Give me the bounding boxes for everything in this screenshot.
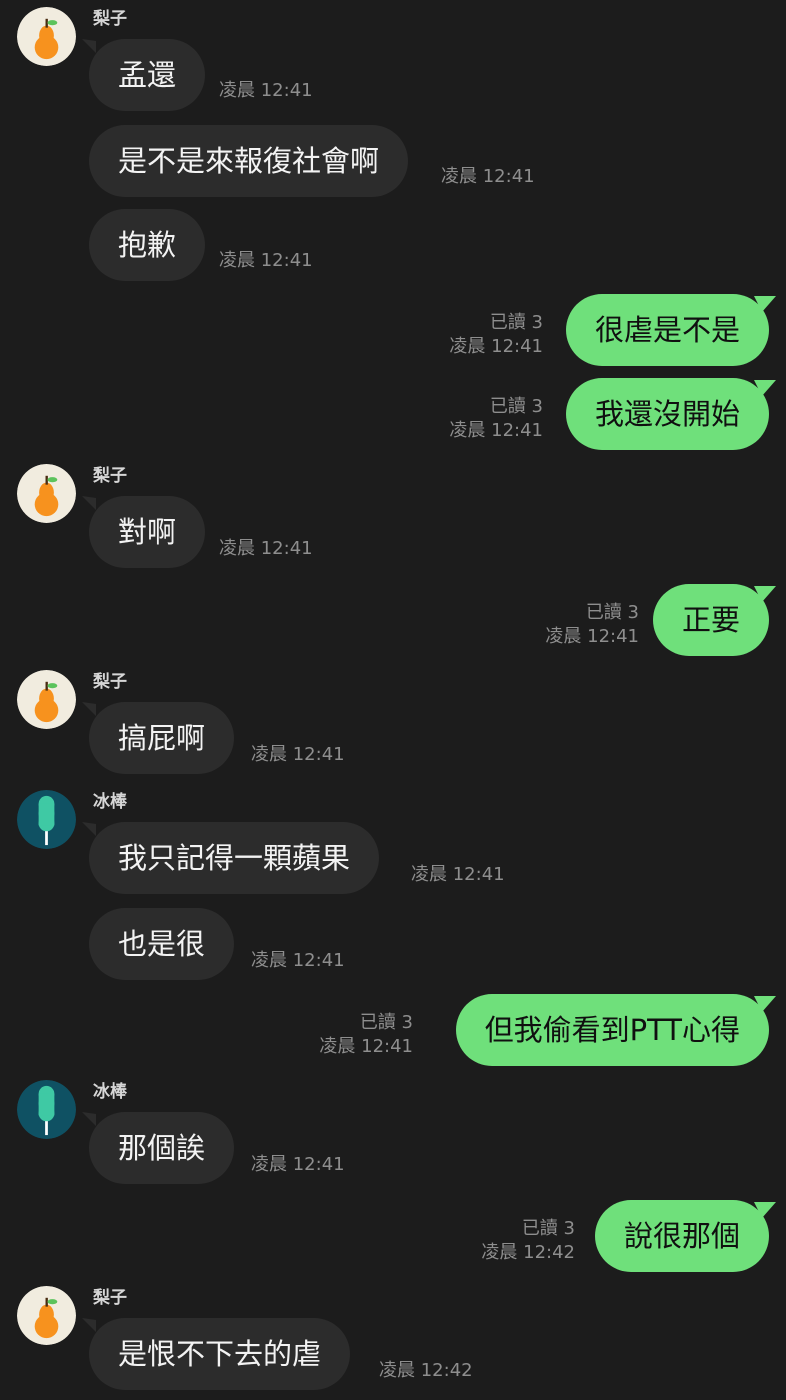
read-receipt: 已讀 3 xyxy=(585,602,639,623)
message-time: 凌晨 12:41 xyxy=(219,538,313,559)
message-time: 凌晨 12:42 xyxy=(481,1242,575,1263)
sender-name: 梨子 xyxy=(93,9,127,29)
message-bubble[interactable]: 抱歉 xyxy=(89,209,206,281)
message-time: 凌晨 12:41 xyxy=(449,336,543,357)
pear-icon xyxy=(17,464,76,523)
pear-icon xyxy=(17,1286,76,1345)
message-time: 凌晨 12:41 xyxy=(545,626,639,647)
message-meta: 已讀 3 凌晨 12:41 xyxy=(449,311,543,359)
bubble-tail xyxy=(754,1202,776,1218)
bubble-tail xyxy=(754,380,776,396)
bubble-tail xyxy=(82,496,96,510)
message-bubble[interactable]: 也是很 xyxy=(89,908,235,980)
message-bubble[interactable]: 很虐是不是 xyxy=(565,294,769,366)
message-bubble[interactable]: 說很那個 xyxy=(594,1200,769,1272)
bubble-tail xyxy=(82,702,96,716)
bubble-tail xyxy=(754,586,776,602)
message-time: 凌晨 12:41 xyxy=(449,420,543,441)
avatar-bingbang[interactable] xyxy=(17,1080,76,1139)
bubble-tail xyxy=(754,996,776,1012)
avatar-bingbang[interactable] xyxy=(17,790,76,849)
message-time: 凌晨 12:42 xyxy=(379,1360,473,1381)
pear-icon xyxy=(17,670,76,729)
message-time: 凌晨 12:41 xyxy=(319,1036,413,1057)
chat-message-list[interactable]: 梨子 孟還 凌晨 12:41 是不是來報復社會啊 凌晨 12:41 抱歉 凌晨 … xyxy=(0,0,786,1400)
message-bubble[interactable]: 我還沒開始 xyxy=(565,378,769,450)
popsicle-icon xyxy=(17,790,76,849)
message-bubble[interactable]: 對啊 xyxy=(89,496,206,568)
message-time: 凌晨 12:41 xyxy=(219,80,313,101)
message-bubble[interactable]: 是恨不下去的虐 xyxy=(89,1318,351,1390)
popsicle-icon xyxy=(17,1080,76,1139)
read-receipt: 已讀 3 xyxy=(521,1218,575,1239)
sender-name: 梨子 xyxy=(93,672,127,692)
message-time: 凌晨 12:41 xyxy=(219,250,313,271)
read-receipt: 已讀 3 xyxy=(359,1012,413,1033)
message-time: 凌晨 12:41 xyxy=(251,744,345,765)
bubble-tail xyxy=(82,1112,96,1126)
message-bubble[interactable]: 孟還 xyxy=(89,39,206,111)
message-bubble[interactable]: 搞屁啊 xyxy=(89,702,235,774)
avatar-lizi[interactable] xyxy=(17,670,76,729)
avatar-lizi[interactable] xyxy=(17,7,76,66)
message-bubble[interactable]: 我只記得一顆蘋果 xyxy=(89,822,380,894)
read-receipt: 已讀 3 xyxy=(489,396,543,417)
avatar-lizi[interactable] xyxy=(17,1286,76,1345)
avatar-lizi[interactable] xyxy=(17,464,76,523)
message-time: 凌晨 12:41 xyxy=(441,166,535,187)
read-receipt: 已讀 3 xyxy=(489,312,543,333)
message-bubble[interactable]: 正要 xyxy=(652,584,769,656)
message-meta: 已讀 3 凌晨 12:41 xyxy=(319,1011,413,1059)
bubble-tail xyxy=(754,296,776,312)
bubble-tail xyxy=(82,822,96,836)
message-time: 凌晨 12:41 xyxy=(411,864,505,885)
sender-name: 冰棒 xyxy=(93,792,127,812)
bubble-tail xyxy=(82,39,96,53)
sender-name: 梨子 xyxy=(93,466,127,486)
message-bubble[interactable]: 是不是來報復社會啊 xyxy=(89,125,409,197)
message-bubble[interactable]: 那個誒 xyxy=(89,1112,235,1184)
message-time: 凌晨 12:41 xyxy=(251,950,345,971)
message-meta: 已讀 3 凌晨 12:41 xyxy=(545,601,639,649)
message-meta: 已讀 3 凌晨 12:41 xyxy=(449,395,543,443)
message-meta: 已讀 3 凌晨 12:42 xyxy=(481,1217,575,1265)
sender-name: 梨子 xyxy=(93,1288,127,1308)
message-bubble[interactable]: 但我偷看到PTT心得 xyxy=(455,994,769,1066)
message-time: 凌晨 12:41 xyxy=(251,1154,345,1175)
pear-icon xyxy=(17,7,76,66)
bubble-tail xyxy=(82,1318,96,1332)
sender-name: 冰棒 xyxy=(93,1082,127,1102)
